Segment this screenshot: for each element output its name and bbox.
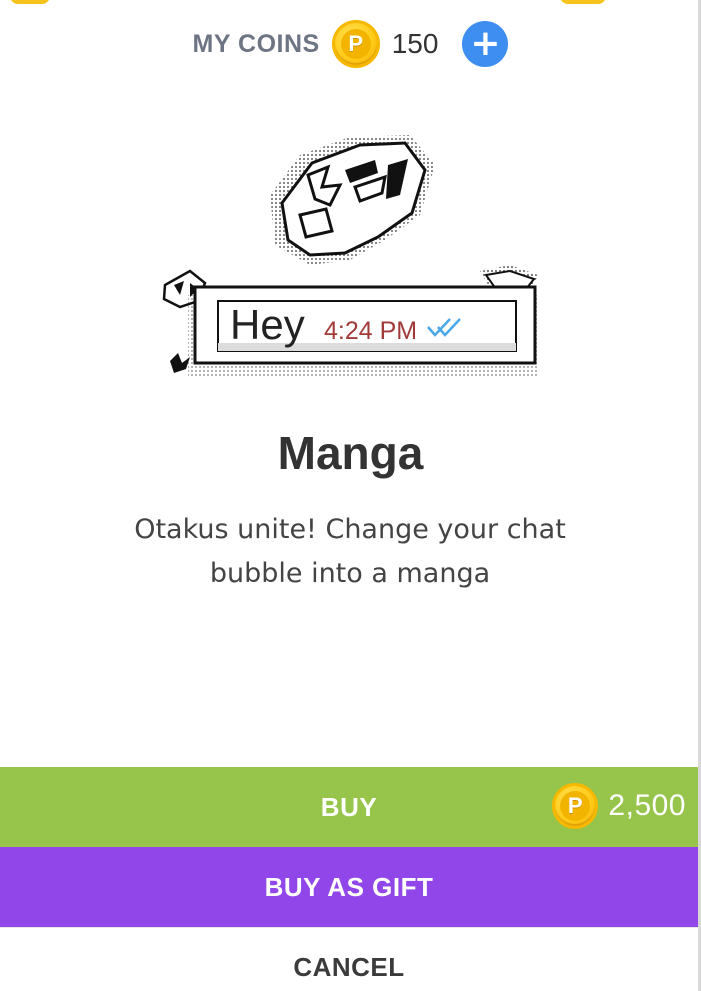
chat-bubble: Hey 4:24 PM <box>188 285 538 377</box>
buy-as-gift-button[interactable]: BUY AS GIFT <box>0 847 698 927</box>
plus-icon: + <box>470 23 501 64</box>
manga-shout-burst-icon <box>270 135 435 265</box>
item-title: Manga <box>277 427 424 479</box>
item-description: Otakus unite! Change your chat bubble in… <box>134 514 566 589</box>
add-coins-button[interactable]: + <box>462 21 509 67</box>
my-coins-label: MY COINS <box>192 29 320 58</box>
coins-balance: 150 <box>391 28 439 59</box>
buy-button-label: BUY <box>320 791 378 822</box>
manga-bubble-preview: Hey 4:24 PM <box>162 135 538 377</box>
price-value: 2,500 <box>608 789 686 822</box>
bubble-time: 4:24 PM <box>324 317 417 345</box>
manga-spark-icon <box>170 353 190 373</box>
coin-icon: P <box>331 20 380 68</box>
gift-button-label: BUY AS GIFT <box>264 871 434 902</box>
buy-button[interactable]: BUY P 2,500 <box>0 767 698 847</box>
cancel-button-label: CANCEL <box>293 952 405 982</box>
coin-icon: P <box>552 783 599 829</box>
coin-icon <box>10 0 50 4</box>
item-price: P 2,500 <box>552 783 686 829</box>
bubble-text: Hey <box>230 301 305 348</box>
coin-icon <box>560 0 606 4</box>
background-list-edge <box>0 0 701 6</box>
cancel-button[interactable]: CANCEL <box>0 927 698 991</box>
my-coins-bar: MY COINS P 150 + <box>0 18 701 70</box>
